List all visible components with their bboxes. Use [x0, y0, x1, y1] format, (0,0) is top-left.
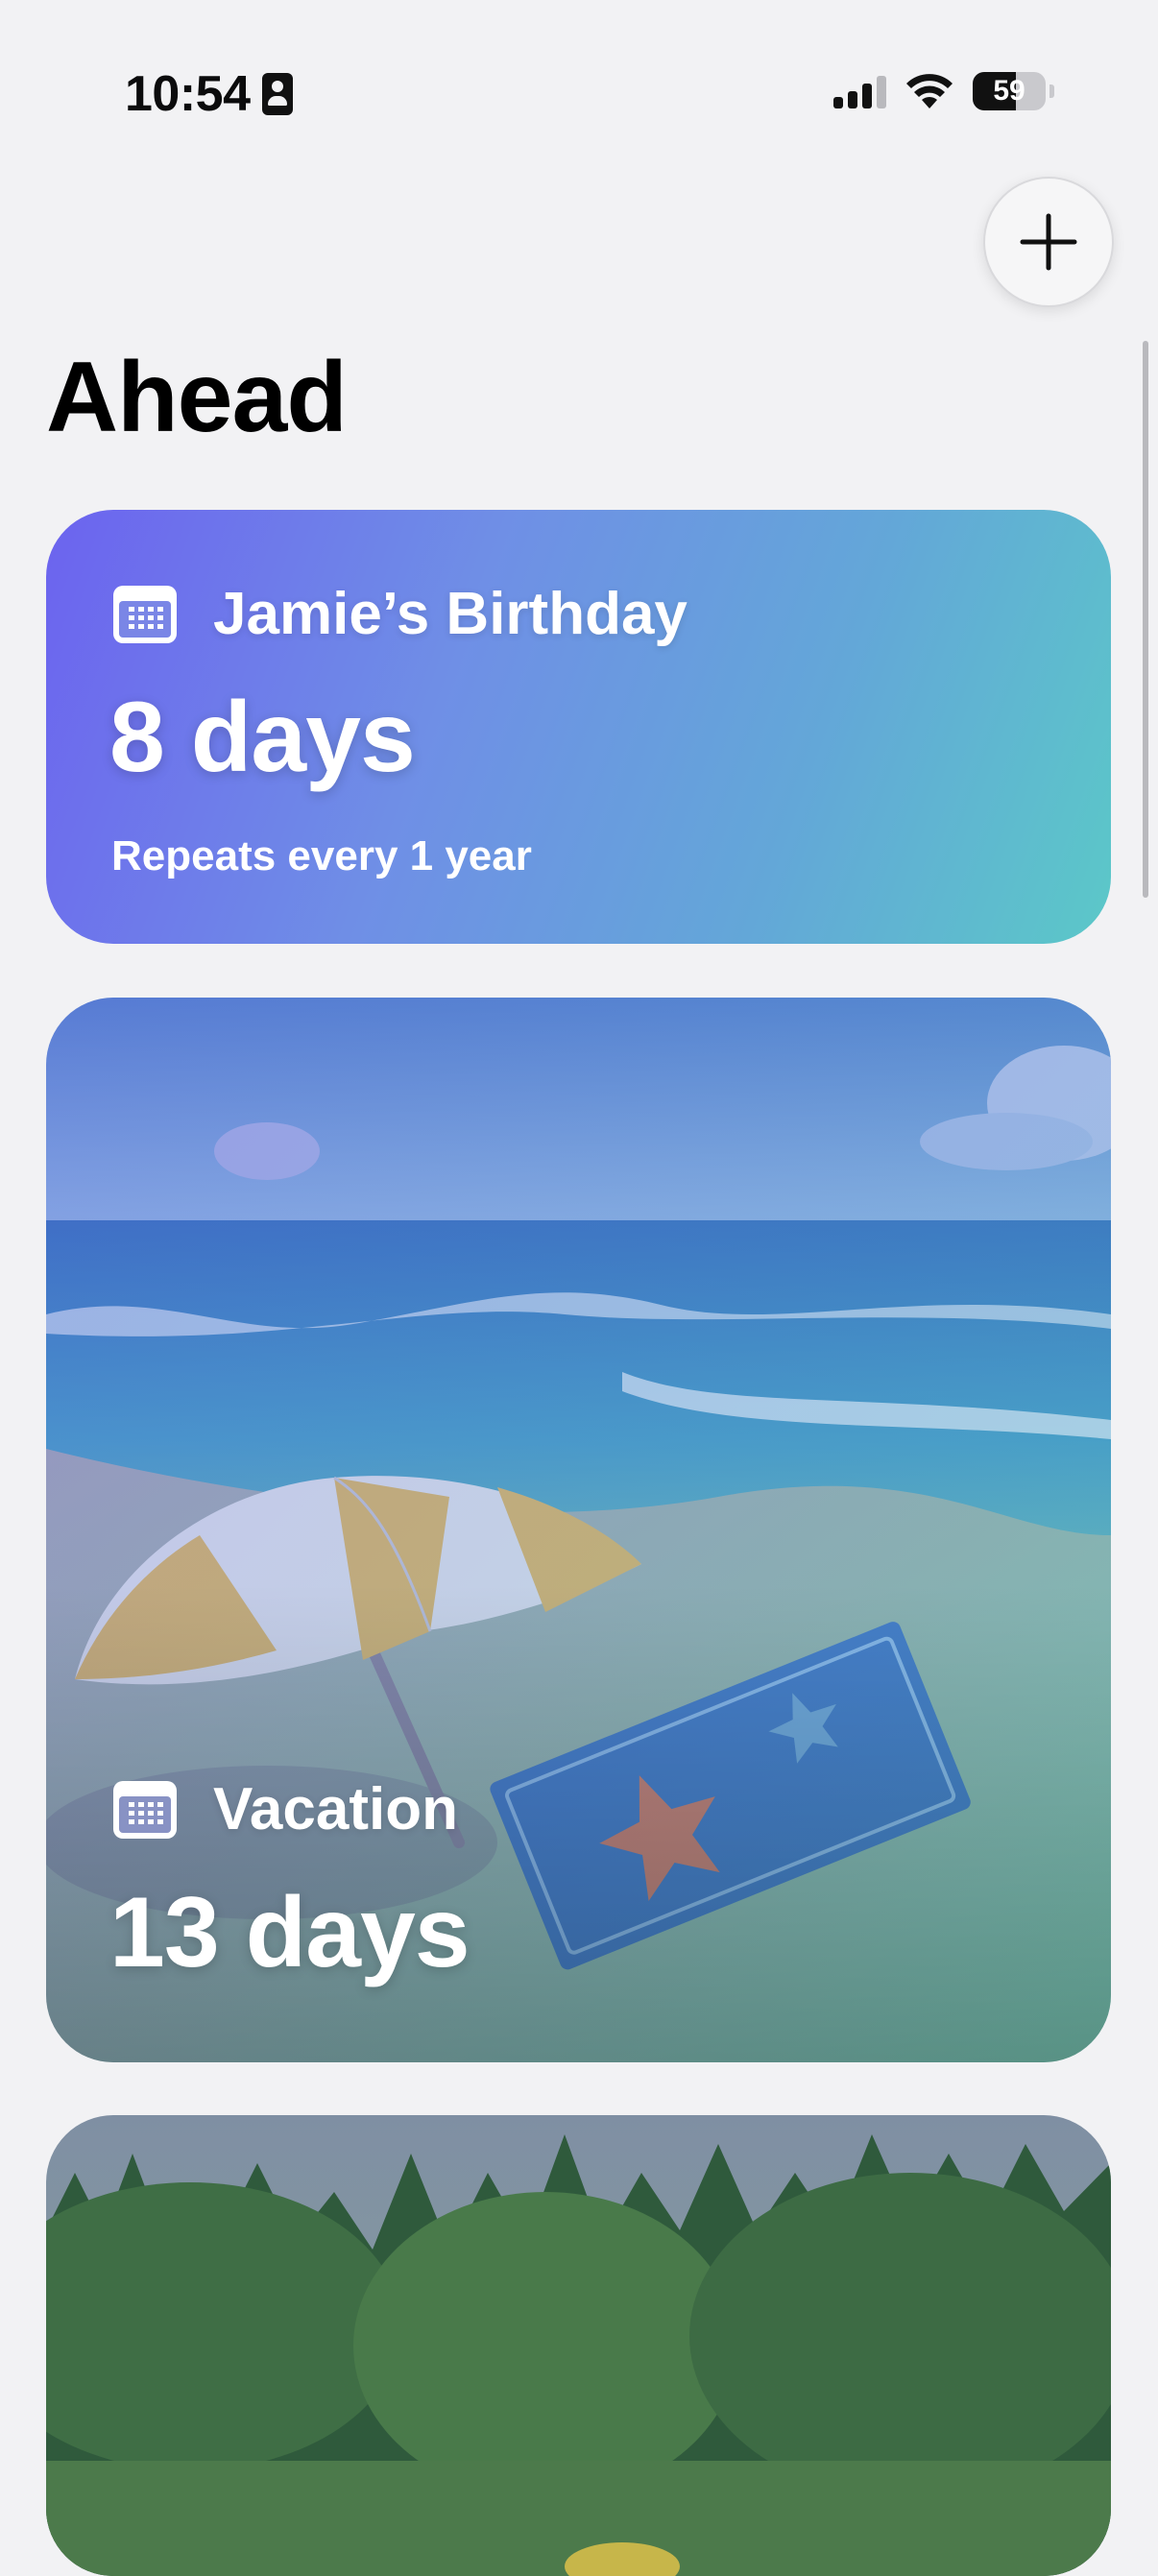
event-card-forest[interactable]: [46, 2115, 1111, 2576]
event-card-header: Jamie’s Birthday: [111, 580, 688, 648]
add-event-button[interactable]: [983, 177, 1114, 307]
cellular-signal-icon: [833, 74, 886, 108]
plus-icon: [1020, 213, 1077, 271]
id-card-icon: [261, 73, 293, 115]
event-countdown: 8 days: [109, 682, 416, 793]
status-time-text: 10:54: [125, 66, 251, 122]
scroll-indicator: [1143, 341, 1148, 898]
battery-tip: [1049, 84, 1054, 98]
status-icons: 59: [833, 72, 1054, 110]
battery-percentage: 59: [993, 75, 1025, 107]
event-card-vacation[interactable]: Vacation 13 days: [46, 998, 1111, 2062]
event-card-header: Vacation: [111, 1775, 458, 1843]
wifi-icon: [906, 74, 953, 108]
event-title: Vacation: [213, 1776, 458, 1842]
calendar-icon: [113, 1780, 177, 1839]
event-title: Jamie’s Birthday: [213, 581, 688, 647]
event-countdown: 13 days: [109, 1877, 470, 1988]
page-title: Ahead: [46, 342, 348, 453]
event-repeat-text: Repeats every 1 year: [111, 832, 532, 879]
calendar-icon: [113, 585, 177, 643]
status-time: 10:54: [125, 65, 293, 123]
status-bar: 10:54 59: [0, 0, 1158, 182]
battery-icon: 59: [973, 72, 1046, 110]
event-card-birthday[interactable]: Jamie’s Birthday 8 days Repeats every 1 …: [46, 510, 1111, 944]
forest-image: [46, 2115, 1111, 2576]
